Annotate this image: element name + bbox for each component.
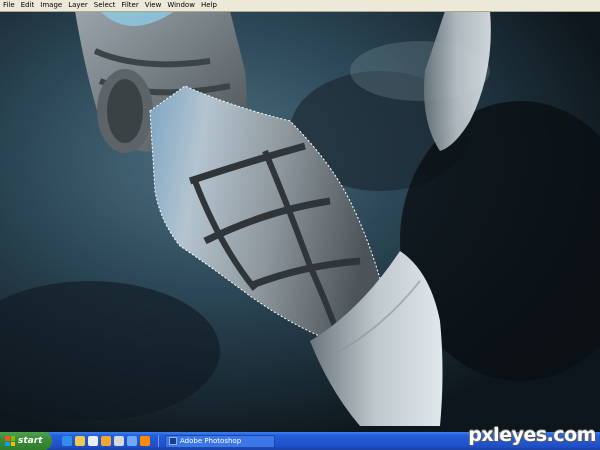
settings-icon[interactable] xyxy=(114,436,124,446)
app-icon[interactable] xyxy=(101,436,111,446)
document-canvas[interactable] xyxy=(0,11,600,432)
menu-edit[interactable]: Edit xyxy=(18,0,38,11)
menu-window[interactable]: Window xyxy=(164,0,198,11)
menu-layer[interactable]: Layer xyxy=(65,0,91,11)
desktop-icon[interactable] xyxy=(127,436,137,446)
menu-file[interactable]: File xyxy=(0,0,18,11)
menu-filter[interactable]: Filter xyxy=(118,0,141,11)
menu-help[interactable]: Help xyxy=(198,0,220,11)
task-label: Adobe Photoshop xyxy=(180,437,242,445)
photoshop-task-button[interactable]: Adobe Photoshop xyxy=(165,434,275,448)
media-icon[interactable] xyxy=(88,436,98,446)
watermark-logo: pxleyes.com xyxy=(468,424,596,446)
start-label: start xyxy=(18,436,43,446)
windows-flag-icon xyxy=(5,436,15,446)
menu-image[interactable]: Image xyxy=(37,0,65,11)
menu-bar: File Edit Image Layer Select Filter View… xyxy=(0,0,600,12)
quick-launch xyxy=(62,436,150,446)
folder-icon[interactable] xyxy=(75,436,85,446)
start-button[interactable]: start xyxy=(0,432,52,450)
menu-view[interactable]: View xyxy=(142,0,165,11)
taskbar-separator xyxy=(158,435,159,447)
ie-icon[interactable] xyxy=(62,436,72,446)
canvas-artwork xyxy=(0,11,600,432)
vlc-icon[interactable] xyxy=(140,436,150,446)
photoshop-icon xyxy=(169,437,177,445)
menu-select[interactable]: Select xyxy=(91,0,119,11)
